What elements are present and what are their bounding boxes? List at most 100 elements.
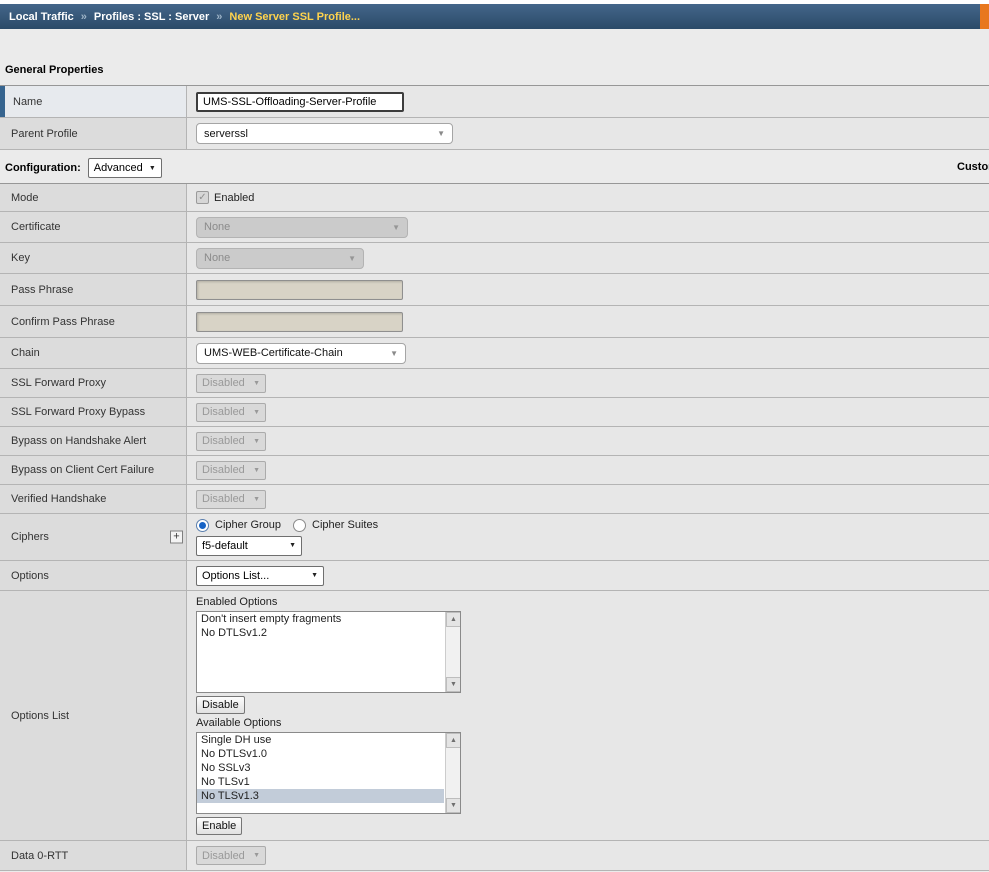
table-row: Pass Phrase (0, 274, 989, 306)
chevron-down-icon: ▼ (392, 223, 400, 232)
disable-button[interactable]: Disable (196, 696, 245, 714)
chevron-down-icon: ▼ (249, 380, 260, 387)
configuration-label: Configuration: (5, 162, 81, 174)
enabled-options-listbox[interactable]: Don't insert empty fragments No DTLSv1.2… (196, 611, 461, 693)
chevron-down-icon: ▼ (305, 572, 318, 579)
table-row: Data 0-RTT Disabled ▼ (0, 841, 989, 871)
enabled-options-title: Enabled Options (196, 596, 277, 608)
ciphers-label: Ciphers + (0, 514, 187, 560)
verified-handshake-select: Disabled ▼ (196, 490, 266, 509)
table-row: Bypass on Handshake Alert Disabled ▼ (0, 427, 989, 456)
cipher-group-radio-label: Cipher Group (215, 519, 281, 531)
table-row: Mode ✓ Enabled (0, 184, 989, 212)
chain-select[interactable]: UMS-WEB-Certificate-Chain ▼ (196, 343, 406, 364)
table-row: Options Options List... ▼ (0, 561, 989, 591)
list-item[interactable]: Don't insert empty fragments (197, 612, 444, 626)
ssl-forward-proxy-label: SSL Forward Proxy (0, 369, 187, 397)
cipher-group-select[interactable]: f5-default ▼ (196, 536, 302, 556)
certificate-label: Certificate (0, 212, 187, 242)
chevron-down-icon: ▼ (249, 852, 260, 859)
chevron-down-icon: ▼ (249, 438, 260, 445)
key-select: None ▼ (196, 248, 364, 269)
certificate-select: None ▼ (196, 217, 408, 238)
breadcrumb-separator-icon: » (216, 11, 222, 23)
chain-label: Chain (0, 338, 187, 368)
table-row: Bypass on Client Cert Failure Disabled ▼ (0, 456, 989, 485)
name-input[interactable] (196, 92, 404, 112)
list-item[interactable]: No SSLv3 (197, 761, 444, 775)
list-item[interactable]: Single DH use (197, 733, 444, 747)
cipher-group-radio[interactable] (196, 519, 209, 532)
ssl-forward-proxy-bypass-select: Disabled ▼ (196, 403, 266, 422)
bypass-handshake-alert-label: Bypass on Handshake Alert (0, 427, 187, 455)
configuration-table: Mode ✓ Enabled Certificate None ▼ Key No… (0, 183, 989, 871)
list-item[interactable]: No TLSv1 (197, 775, 444, 789)
custom-column-label: Custom (957, 161, 989, 173)
available-options-title: Available Options (196, 717, 281, 729)
bypass-client-cert-failure-select: Disabled ▼ (196, 461, 266, 480)
mode-checkbox: ✓ (196, 191, 209, 204)
table-row: Parent Profile serverssl ▼ (0, 118, 989, 150)
general-properties-title: General Properties (5, 64, 103, 76)
key-label: Key (0, 243, 187, 273)
scroll-down-icon[interactable]: ▼ (446, 798, 461, 813)
cipher-suites-radio[interactable] (293, 519, 306, 532)
scroll-up-icon[interactable]: ▲ (446, 733, 461, 748)
confirm-pass-phrase-label: Confirm Pass Phrase (0, 306, 187, 337)
verified-handshake-label: Verified Handshake (0, 485, 187, 513)
scrollbar[interactable]: ▲ ▼ (445, 612, 460, 692)
mode-checkbox-label: Enabled (214, 192, 254, 204)
ciphers-expander-button[interactable]: + (170, 531, 183, 544)
data-0rtt-select: Disabled ▼ (196, 846, 266, 865)
scroll-down-icon[interactable]: ▼ (446, 677, 461, 692)
configuration-bar: Configuration: Advanced ▼ Custom (0, 155, 989, 181)
data-0rtt-label: Data 0-RTT (0, 841, 187, 870)
list-item-selected[interactable]: No TLSv1.3 (197, 789, 444, 803)
table-row: Verified Handshake Disabled ▼ (0, 485, 989, 514)
table-row: Key None ▼ (0, 243, 989, 274)
chevron-down-icon: ▼ (249, 467, 260, 474)
table-row: Chain UMS-WEB-Certificate-Chain ▼ (0, 338, 989, 369)
chevron-down-icon: ▼ (143, 165, 156, 172)
scroll-up-icon[interactable]: ▲ (446, 612, 461, 627)
bypass-handshake-alert-select: Disabled ▼ (196, 432, 266, 451)
chevron-down-icon: ▼ (249, 409, 260, 416)
pass-phrase-label: Pass Phrase (0, 274, 187, 305)
table-row: Certificate None ▼ (0, 212, 989, 243)
options-select[interactable]: Options List... ▼ (196, 566, 324, 586)
chevron-down-icon: ▼ (249, 496, 260, 503)
available-options-listbox[interactable]: Single DH use No DTLSv1.0 No SSLv3 No TL… (196, 732, 461, 814)
parent-profile-label: Parent Profile (0, 118, 187, 149)
breadcrumb-current-page: New Server SSL Profile... (229, 11, 360, 23)
name-label: Name (0, 86, 187, 117)
breadcrumb-profiles-ssl-server[interactable]: Profiles : SSL : Server (94, 11, 209, 23)
options-label: Options (0, 561, 187, 590)
list-item[interactable]: No DTLSv1.0 (197, 747, 444, 761)
enable-button[interactable]: Enable (196, 817, 242, 835)
ssl-forward-proxy-select: Disabled ▼ (196, 374, 266, 393)
cipher-suites-radio-label: Cipher Suites (312, 519, 378, 531)
scrollbar[interactable]: ▲ ▼ (445, 733, 460, 813)
chevron-down-icon: ▼ (348, 254, 356, 263)
pass-phrase-input (196, 280, 403, 300)
table-row: Options List Enabled Options Don't inser… (0, 591, 989, 841)
breadcrumb-separator-icon: » (81, 11, 87, 23)
chevron-down-icon: ▼ (283, 542, 296, 549)
table-row: Confirm Pass Phrase (0, 306, 989, 338)
chevron-down-icon: ▼ (437, 129, 445, 138)
bypass-client-cert-failure-label: Bypass on Client Cert Failure (0, 456, 187, 484)
table-row: Name (0, 86, 989, 118)
configuration-mode-select[interactable]: Advanced ▼ (88, 158, 162, 178)
mode-label: Mode (0, 184, 187, 211)
ssl-forward-proxy-bypass-label: SSL Forward Proxy Bypass (0, 398, 187, 426)
options-list-label: Options List (0, 591, 187, 840)
general-properties-table: Name Parent Profile serverssl ▼ (0, 85, 989, 150)
breadcrumb: Local Traffic » Profiles : SSL : Server … (0, 4, 989, 29)
list-item[interactable]: No DTLSv1.2 (197, 626, 444, 640)
topbar-orange-accent (980, 4, 989, 29)
breadcrumb-local-traffic[interactable]: Local Traffic (9, 11, 74, 23)
chevron-down-icon: ▼ (390, 349, 398, 358)
table-row: SSL Forward Proxy Disabled ▼ (0, 369, 989, 398)
parent-profile-select[interactable]: serverssl ▼ (196, 123, 453, 144)
table-row: SSL Forward Proxy Bypass Disabled ▼ (0, 398, 989, 427)
